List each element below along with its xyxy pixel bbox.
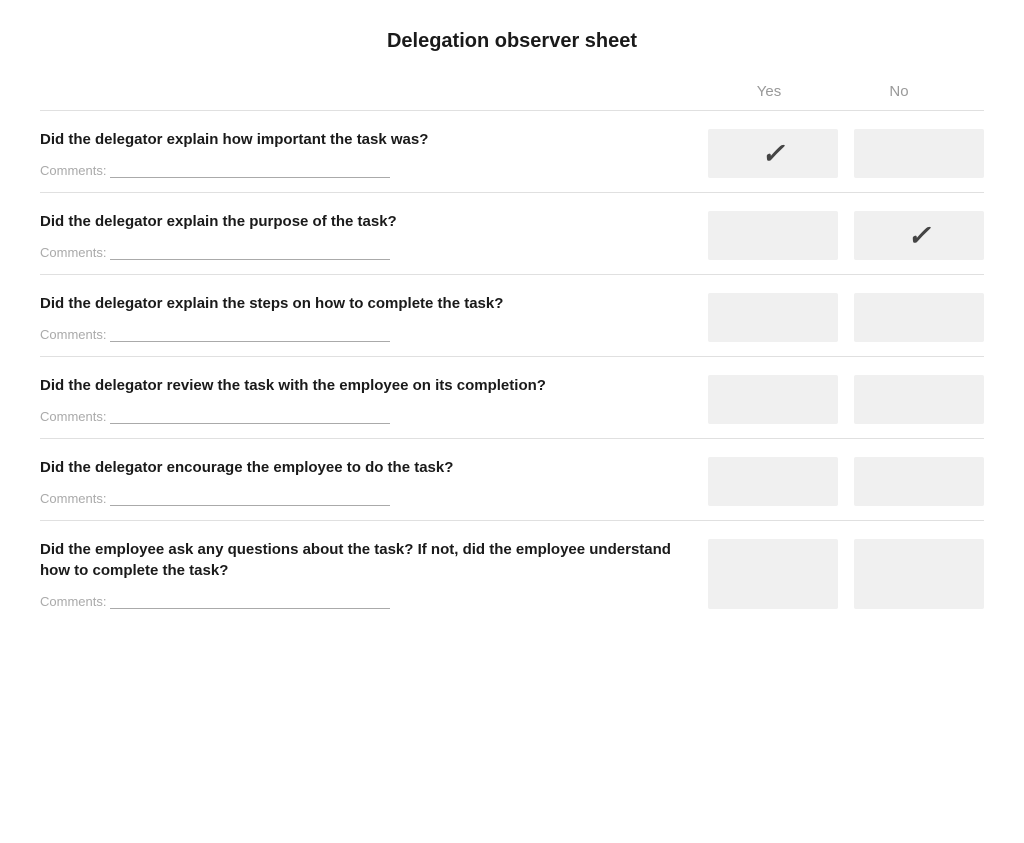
question-left-3: Did the delegator explain the steps on h… [40, 293, 708, 342]
comment-line-2: Comments: [40, 244, 678, 260]
question-row-4: Did the delegator review the task with t… [40, 356, 984, 438]
question-answers-1: ✓ [708, 129, 984, 178]
no-cell-5[interactable] [854, 457, 984, 506]
comment-label-6: Comments: [40, 594, 106, 609]
question-left-4: Did the delegator review the task with t… [40, 375, 708, 424]
comment-underline-2[interactable] [110, 244, 390, 260]
question-left-1: Did the delegator explain how important … [40, 129, 708, 178]
comment-underline-3[interactable] [110, 326, 390, 342]
question-answers-3 [708, 293, 984, 342]
comment-underline-1[interactable] [110, 162, 390, 178]
no-cell-1[interactable] [854, 129, 984, 178]
question-row-6: Did the employee ask any questions about… [40, 520, 984, 623]
page-title: Delegation observer sheet [40, 20, 984, 53]
comment-line-3: Comments: [40, 326, 678, 342]
yes-cell-3[interactable] [708, 293, 838, 342]
comment-label-3: Comments: [40, 327, 106, 342]
yes-cell-5[interactable] [708, 457, 838, 506]
question-answers-5 [708, 457, 984, 506]
question-text-2: Did the delegator explain the purpose of… [40, 211, 678, 232]
question-text-6: Did the employee ask any questions about… [40, 539, 678, 581]
question-row-5: Did the delegator encourage the employee… [40, 438, 984, 520]
question-row-2: Did the delegator explain the purpose of… [40, 192, 984, 274]
questions-container: Did the delegator explain how important … [40, 110, 984, 623]
question-left-6: Did the employee ask any questions about… [40, 539, 708, 609]
comment-label-1: Comments: [40, 163, 106, 178]
question-row-3: Did the delegator explain the steps on h… [40, 274, 984, 356]
comment-underline-4[interactable] [110, 408, 390, 424]
question-text-3: Did the delegator explain the steps on h… [40, 293, 678, 314]
yes-column-header: Yes [704, 83, 834, 100]
no-cell-3[interactable] [854, 293, 984, 342]
question-answers-4 [708, 375, 984, 424]
comment-line-1: Comments: [40, 162, 678, 178]
question-answers-6 [708, 539, 984, 609]
no-column-header: No [834, 83, 964, 100]
yes-cell-2[interactable] [708, 211, 838, 260]
no-checkmark-2: ✓ [907, 219, 930, 252]
no-cell-6[interactable] [854, 539, 984, 609]
comment-label-2: Comments: [40, 245, 106, 260]
comment-label-5: Comments: [40, 491, 106, 506]
comment-underline-6[interactable] [110, 593, 390, 609]
comment-underline-5[interactable] [110, 490, 390, 506]
comment-label-4: Comments: [40, 409, 106, 424]
column-headers: Yes No [40, 83, 984, 100]
question-text-5: Did the delegator encourage the employee… [40, 457, 678, 478]
question-text-1: Did the delegator explain how important … [40, 129, 678, 150]
yes-cell-4[interactable] [708, 375, 838, 424]
comment-line-5: Comments: [40, 490, 678, 506]
yes-cell-6[interactable] [708, 539, 838, 609]
yes-checkmark-1: ✓ [761, 137, 784, 170]
no-cell-2[interactable]: ✓ [854, 211, 984, 260]
yes-cell-1[interactable]: ✓ [708, 129, 838, 178]
question-text-4: Did the delegator review the task with t… [40, 375, 678, 396]
question-left-5: Did the delegator encourage the employee… [40, 457, 708, 506]
question-answers-2: ✓ [708, 211, 984, 260]
question-row-1: Did the delegator explain how important … [40, 110, 984, 192]
no-cell-4[interactable] [854, 375, 984, 424]
comment-line-4: Comments: [40, 408, 678, 424]
question-left-2: Did the delegator explain the purpose of… [40, 211, 708, 260]
comment-line-6: Comments: [40, 593, 678, 609]
